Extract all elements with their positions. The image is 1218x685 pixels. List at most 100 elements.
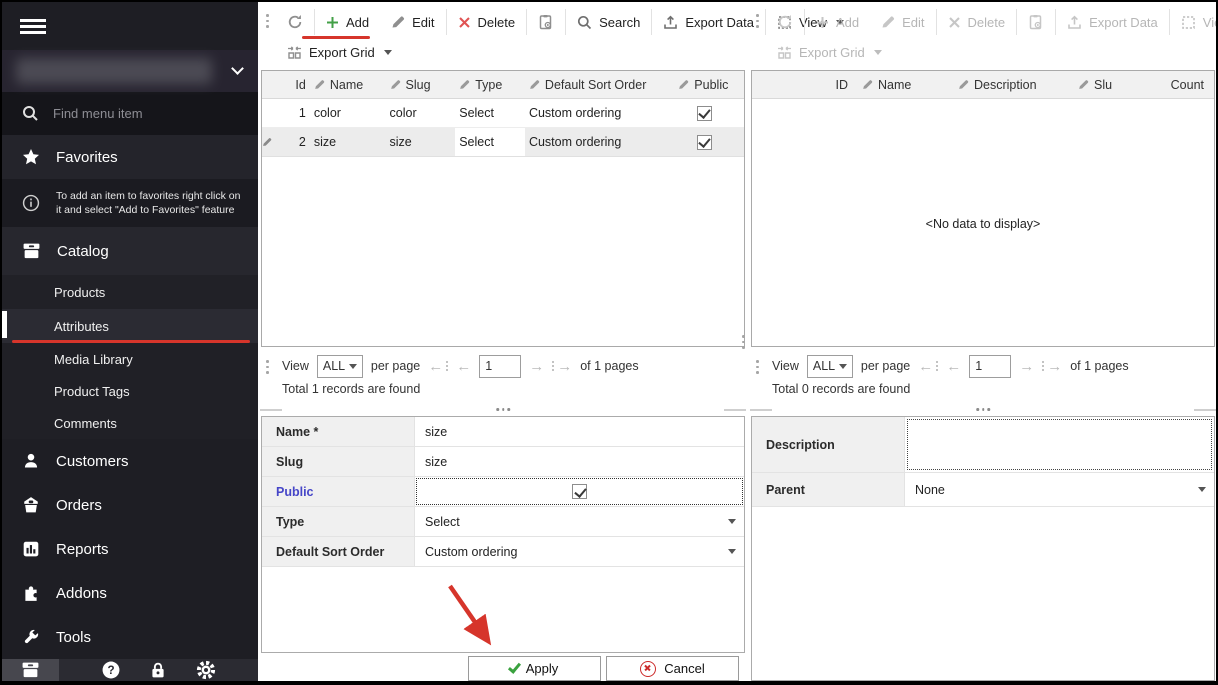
search-input[interactable] bbox=[53, 106, 213, 121]
form-row-parent: Parent None bbox=[752, 473, 1214, 507]
prev-page-button[interactable]: ← bbox=[946, 359, 961, 374]
grid-row-color[interactable]: 1 color color Select Custom ordering bbox=[262, 99, 744, 128]
column-header-slug[interactable]: Slug bbox=[386, 71, 456, 98]
refresh-button[interactable] bbox=[276, 9, 314, 35]
prev-page-button[interactable]: ← bbox=[456, 359, 471, 374]
edit-button[interactable]: Edit bbox=[380, 9, 445, 35]
column-header-public[interactable]: Public bbox=[664, 71, 744, 98]
sidebar-item-attributes[interactable]: Attributes bbox=[2, 309, 258, 343]
sidebar-item-media-library[interactable]: Media Library bbox=[2, 343, 258, 375]
type-dropdown[interactable]: Select bbox=[415, 507, 744, 536]
page-number-input[interactable] bbox=[479, 355, 521, 378]
sidebar-item-reports[interactable]: Reports bbox=[2, 527, 258, 571]
store-name-blurred bbox=[16, 58, 212, 84]
export-grid-button[interactable]: Export Grid bbox=[276, 39, 403, 65]
sidebar-item-catalog[interactable]: Catalog bbox=[2, 227, 258, 275]
grid-header-row: ID Name Description Slu Count bbox=[752, 71, 1214, 99]
splitter-handle[interactable] bbox=[976, 408, 990, 411]
field-label: Name * bbox=[262, 417, 415, 446]
sort-dropdown[interactable]: Custom ordering bbox=[415, 537, 744, 566]
splitter[interactable] bbox=[260, 407, 746, 413]
lock-button[interactable] bbox=[149, 661, 167, 680]
export-data-button[interactable]: Export Data bbox=[652, 9, 765, 35]
chevron-down-icon bbox=[231, 62, 244, 75]
pencil-icon bbox=[1078, 79, 1089, 90]
column-header-slug[interactable]: Slu bbox=[1068, 71, 1140, 98]
sidebar-item-products[interactable]: Products bbox=[2, 275, 258, 309]
form-row-sort: Default Sort Order Custom ordering bbox=[262, 537, 744, 567]
sidebar-item-product-tags[interactable]: Product Tags bbox=[2, 375, 258, 407]
grid-row-size-selected[interactable]: 2 size size Select Custom ordering bbox=[262, 128, 744, 157]
description-field-wrap bbox=[905, 417, 1214, 472]
column-header-id[interactable]: Id bbox=[276, 71, 310, 98]
apply-button[interactable]: Apply bbox=[468, 656, 601, 681]
search-button[interactable]: Search bbox=[566, 9, 651, 35]
column-header-name[interactable]: Name bbox=[310, 71, 386, 98]
values-grid: ID Name Description Slu Count <N bbox=[751, 70, 1215, 347]
add-button[interactable]: Add bbox=[315, 9, 380, 35]
column-header-id[interactable]: ID bbox=[752, 71, 852, 98]
column-header-description[interactable]: Description bbox=[948, 71, 1068, 98]
delete-button[interactable]: Delete bbox=[447, 9, 527, 35]
chevron-down-icon bbox=[839, 364, 847, 369]
upload-icon bbox=[1067, 15, 1082, 30]
page-number-input[interactable] bbox=[969, 355, 1011, 378]
cancel-button[interactable]: Cancel bbox=[606, 656, 739, 681]
name-field[interactable]: size bbox=[415, 417, 744, 446]
splitter-handle[interactable] bbox=[496, 408, 510, 411]
form-row-name: Name * size bbox=[262, 417, 744, 447]
sidebar-item-tools[interactable]: Tools bbox=[2, 615, 258, 659]
sidebar-item-customers[interactable]: Customers bbox=[2, 439, 258, 483]
public-checkbox[interactable] bbox=[697, 135, 712, 150]
preview-button[interactable] bbox=[527, 9, 565, 35]
next-page-button[interactable]: → bbox=[529, 359, 544, 374]
column-header-name[interactable]: Name bbox=[852, 71, 948, 98]
export-grid-button[interactable]: Export Grid bbox=[766, 39, 893, 65]
sidebar-item-comments[interactable]: Comments bbox=[2, 407, 258, 439]
records-total: Total 0 records are found bbox=[772, 382, 910, 396]
chevron-down-icon bbox=[728, 519, 736, 524]
export-data-button[interactable]: Export Data bbox=[1056, 9, 1169, 35]
sidebar-item-addons[interactable]: Addons bbox=[2, 571, 258, 615]
view-dropdown-button[interactable]: View bbox=[1170, 9, 1218, 35]
field-label: Type bbox=[262, 507, 415, 536]
no-data-message: <No data to display> bbox=[752, 217, 1214, 231]
hamburger-menu-button[interactable] bbox=[2, 2, 258, 50]
catalog-shortcut-button[interactable] bbox=[2, 659, 59, 681]
form-row-description: Description bbox=[752, 417, 1214, 473]
parent-dropdown[interactable]: None bbox=[905, 473, 1214, 506]
form-row-slug: Slug size bbox=[262, 447, 744, 477]
plus-icon bbox=[816, 16, 829, 29]
column-header-sort[interactable]: Default Sort Order bbox=[525, 71, 664, 98]
first-page-button[interactable]: ← bbox=[428, 359, 448, 374]
public-checkbox[interactable] bbox=[697, 106, 712, 121]
first-page-button[interactable]: ← bbox=[918, 359, 938, 374]
help-button[interactable]: ? bbox=[101, 660, 121, 680]
sidebar-search bbox=[2, 92, 258, 135]
attributes-panel: Add Edit Delete bbox=[260, 2, 746, 681]
last-page-button[interactable]: → bbox=[1042, 359, 1062, 374]
check-icon bbox=[508, 660, 521, 674]
settings-gear-button[interactable] bbox=[196, 660, 216, 680]
edit-button[interactable]: Edit bbox=[870, 9, 935, 35]
public-checkbox[interactable] bbox=[572, 484, 587, 499]
next-page-button[interactable]: → bbox=[1019, 359, 1034, 374]
delete-button[interactable]: Delete bbox=[937, 9, 1017, 35]
pencil-icon bbox=[529, 79, 540, 90]
last-page-button[interactable]: → bbox=[552, 359, 572, 374]
circle-x-icon bbox=[640, 661, 656, 677]
description-textarea[interactable] bbox=[907, 419, 1212, 470]
sidebar-item-orders[interactable]: Orders bbox=[2, 483, 258, 527]
column-header-count[interactable]: Count bbox=[1140, 71, 1212, 98]
preview-button[interactable] bbox=[1017, 9, 1055, 35]
splitter[interactable] bbox=[750, 407, 1216, 413]
sidebar-item-favorites[interactable]: Favorites bbox=[2, 135, 258, 179]
column-header-type[interactable]: Type bbox=[455, 71, 525, 98]
add-button[interactable]: Add bbox=[805, 9, 870, 35]
grid-resize-handle[interactable] bbox=[742, 335, 745, 349]
slug-field[interactable]: size bbox=[415, 447, 744, 476]
refresh-button[interactable] bbox=[766, 9, 804, 35]
account-selector[interactable] bbox=[2, 50, 258, 92]
page-size-select[interactable]: ALL bbox=[807, 355, 853, 378]
page-size-select[interactable]: ALL bbox=[317, 355, 363, 378]
